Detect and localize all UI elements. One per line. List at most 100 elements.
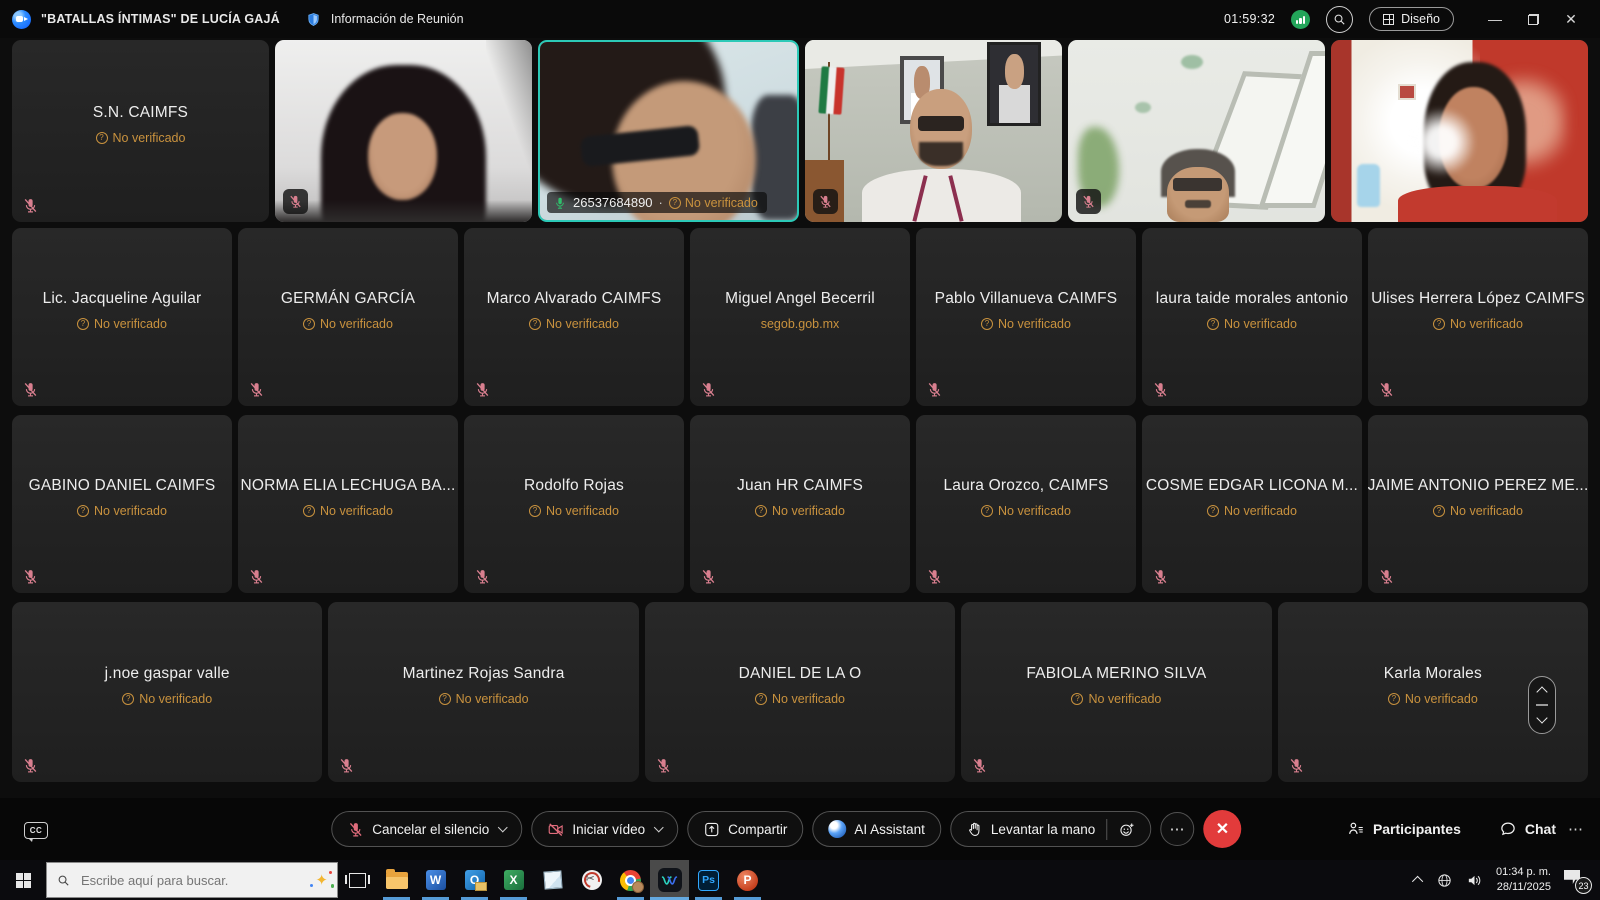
- grid-scroll-control[interactable]: [1528, 676, 1556, 734]
- scroll-down-icon[interactable]: [1536, 712, 1547, 723]
- participant-tile[interactable]: COSME EDGAR LICONA M...?No verificado: [1142, 415, 1362, 593]
- camera-off-icon: [547, 821, 564, 838]
- mic-muted-icon: [22, 381, 39, 398]
- ai-assistant-icon: [828, 820, 846, 838]
- question-icon: ?: [529, 318, 541, 330]
- taskbar-powerpoint[interactable]: P: [728, 860, 767, 900]
- more-panel-button[interactable]: ⋯: [1568, 820, 1584, 838]
- taskbar-excel[interactable]: X: [494, 860, 533, 900]
- participant-tile[interactable]: GERMÁN GARCÍA?No verificado: [238, 228, 458, 406]
- chevron-down-icon[interactable]: [498, 823, 508, 833]
- taskbar-photoshop[interactable]: Ps: [689, 860, 728, 900]
- video-tile[interactable]: [805, 40, 1062, 222]
- chat-button[interactable]: Chat: [1499, 820, 1556, 838]
- participant-name: Marco Alvarado CAIMFS: [487, 290, 662, 308]
- tray-date: 28/11/2025: [1496, 880, 1551, 895]
- participant-tile[interactable]: DANIEL DE LA O ?No verificado: [645, 602, 955, 782]
- participant-tile[interactable]: FABIOLA MERINO SILVA ?No verificado: [961, 602, 1271, 782]
- search-input[interactable]: [79, 872, 307, 889]
- video-tile[interactable]: [275, 40, 532, 222]
- participant-tile[interactable]: j.noe gaspar valle?No verificado: [12, 602, 322, 782]
- restore-icon: [1528, 14, 1539, 25]
- chat-bubble-icon: [1499, 820, 1517, 838]
- taskbar-search[interactable]: ✦: [46, 862, 338, 898]
- participants-button[interactable]: Participantes: [1347, 820, 1461, 838]
- participant-name: DANIEL DE LA O: [739, 665, 862, 683]
- search-button[interactable]: [1326, 6, 1353, 33]
- verification-badge: ?No verificado: [1207, 504, 1297, 518]
- meeting-info-shield-icon[interactable]: [306, 11, 321, 28]
- start-video-button[interactable]: Iniciar vídeo: [531, 811, 678, 847]
- tray-expand-icon[interactable]: [1412, 876, 1423, 887]
- notification-center-button[interactable]: 23: [1564, 868, 1590, 892]
- mic-muted-icon: [1288, 757, 1305, 774]
- participant-name: FABIOLA MERINO SILVA: [1026, 665, 1206, 683]
- active-speaker-tile[interactable]: 26537684890 · ?No verificado: [538, 40, 799, 222]
- mic-muted-icon: [248, 381, 265, 398]
- participant-tile[interactable]: Lic. Jacqueline Aguilar?No verificado: [12, 228, 232, 406]
- verification-badge: ?No verificado: [755, 692, 845, 706]
- raised-hand-icon: [966, 821, 983, 838]
- scroll-up-icon[interactable]: [1536, 686, 1547, 697]
- question-icon: ?: [122, 693, 134, 705]
- participant-tile[interactable]: Ulises Herrera López CAIMFS?No verificad…: [1368, 228, 1588, 406]
- participant-tile[interactable]: Marco Alvarado CAIMFS ?No verificado: [464, 228, 684, 406]
- verification-badge: ?No verificado: [529, 317, 619, 331]
- taskbar-outlook[interactable]: O: [455, 860, 494, 900]
- restore-button[interactable]: [1516, 5, 1550, 33]
- participant-tile[interactable]: JAIME ANTONIO PEREZ ME...?No verificado: [1368, 415, 1588, 593]
- video-feed: [1068, 40, 1325, 222]
- video-tile[interactable]: [1068, 40, 1325, 222]
- question-icon: ?: [1071, 693, 1083, 705]
- taskbar-chrome[interactable]: [611, 860, 650, 900]
- taskbar-file-explorer[interactable]: [377, 860, 416, 900]
- question-icon: ?: [529, 505, 541, 517]
- titlebar: "BATALLAS ÍNTIMAS" DE LUCÍA GAJÁ Informa…: [0, 0, 1600, 38]
- participant-tile[interactable]: Laura Orozco, CAIMFS?No verificado: [916, 415, 1136, 593]
- participant-tile[interactable]: Pablo Villanueva CAIMFS?No verificado: [916, 228, 1136, 406]
- video-feed: [1331, 40, 1588, 222]
- tray-clock[interactable]: 01:34 p. m. 28/11/2025: [1496, 865, 1551, 895]
- network-globe-icon[interactable]: [1436, 872, 1453, 889]
- taskbar-snipping-tool[interactable]: [572, 860, 611, 900]
- share-screen-button[interactable]: Compartir: [687, 811, 803, 847]
- taskbar-word[interactable]: W: [416, 860, 455, 900]
- more-options-button[interactable]: ⋯: [1160, 812, 1194, 846]
- participant-tile[interactable]: GABINO DANIEL CAIMFS?No verificado: [12, 415, 232, 593]
- video-tile[interactable]: [1331, 40, 1588, 222]
- participant-tile[interactable]: Juan HR CAIMFS?No verificado: [690, 415, 910, 593]
- verification-badge: ?No verificado: [1071, 692, 1161, 706]
- reactions-emoji-icon[interactable]: [1118, 821, 1135, 838]
- participant-tile[interactable]: S.N. CAIMFS ?No verificado: [12, 40, 269, 222]
- snipping-tool-icon: [582, 870, 602, 890]
- raise-hand-button[interactable]: Levantar la mano: [950, 811, 1152, 847]
- task-view-icon: [349, 873, 366, 888]
- participant-tile[interactable]: NORMA ELIA LECHUGA BA...?No verificado: [238, 415, 458, 593]
- participant-tile[interactable]: Martinez Rojas Sandra?No verificado: [328, 602, 638, 782]
- unmute-button[interactable]: Cancelar el silencio: [331, 811, 522, 847]
- question-icon: ?: [1207, 318, 1219, 330]
- minimize-button[interactable]: —: [1478, 5, 1512, 33]
- close-button[interactable]: ✕: [1554, 5, 1588, 33]
- domain-badge: segob.gob.mx: [761, 317, 840, 331]
- chevron-down-icon[interactable]: [654, 823, 664, 833]
- participant-tile[interactable]: Miguel Angel Becerrilsegob.gob.mx: [690, 228, 910, 406]
- participant-tile[interactable]: laura taide morales antonio?No verificad…: [1142, 228, 1362, 406]
- ai-assistant-button[interactable]: AI Assistant: [812, 811, 941, 847]
- taskbar-notes[interactable]: [533, 860, 572, 900]
- taskbar-webex-active[interactable]: [650, 860, 689, 900]
- layout-view-button[interactable]: Diseño: [1369, 7, 1454, 31]
- participant-tile[interactable]: Rodolfo Rojas?No verificado: [464, 415, 684, 593]
- leave-meeting-button[interactable]: ✕: [1203, 810, 1241, 848]
- verification-badge: ?No verificado: [439, 692, 529, 706]
- closed-captions-button[interactable]: CC: [24, 822, 48, 839]
- question-icon: ?: [303, 505, 315, 517]
- mic-muted-badge: [813, 189, 838, 214]
- verification-badge: ?No verificado: [122, 692, 212, 706]
- start-button[interactable]: [0, 860, 46, 900]
- question-icon: ?: [303, 318, 315, 330]
- meeting-info-label[interactable]: Información de Reunión: [331, 12, 464, 26]
- mic-muted-icon: [655, 757, 672, 774]
- volume-icon[interactable]: [1466, 872, 1483, 889]
- task-view-button[interactable]: [338, 860, 377, 900]
